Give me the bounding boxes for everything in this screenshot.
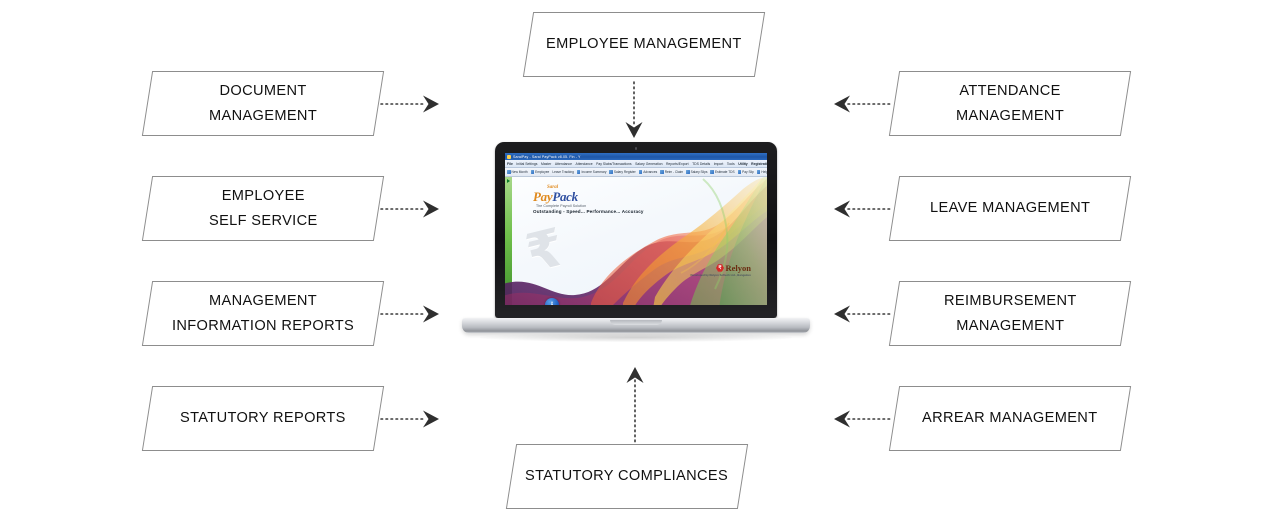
app-menubar[interactable]: File Initial Settings Master Attendance … (505, 160, 767, 168)
connector-statutory-compliances-to-center (623, 366, 647, 447)
laptop-illustration: SaralPay - Saral PayPack v8.05. Fin - Y … (462, 142, 810, 346)
connector-management-information-reports-to-center (380, 303, 441, 325)
box-arrear-management[interactable]: ARREAR MANAGEMENT (888, 386, 1132, 451)
toolbar-button-reim-claim-label: Reim - Claim (664, 170, 684, 174)
menu-item-attendance-2[interactable]: Attendance (575, 162, 592, 166)
toolbar-button-help-label: Help (761, 170, 767, 174)
toolbar-button-employee[interactable]: Employee (530, 170, 550, 174)
connector-arrear-management-to-center (832, 408, 893, 430)
app-titlebar-text: SaralPay - Saral PayPack v8.05. Fin - Y (513, 154, 581, 159)
toolbar-button-income-summary-label: Income Summary (581, 170, 607, 174)
menu-item-tools[interactable]: Tools (727, 162, 735, 166)
reim-claim-icon (660, 170, 664, 174)
menu-item-salary-generation[interactable]: Salary Generation (635, 162, 662, 166)
toolbar-button-salary-slips[interactable]: Salary Slips (686, 170, 707, 174)
relyon-subtitle-text: Developed by Relyon Softech Ltd., Bangal… (690, 273, 751, 277)
toolbar-button-reim-claim[interactable]: Reim - Claim (660, 170, 683, 174)
toolbar-button-help[interactable]: Help (756, 170, 767, 174)
connector-document-management-to-center (380, 93, 441, 115)
laptop-base (462, 318, 810, 333)
menu-item-attendance[interactable]: Attendance (555, 162, 572, 166)
income-summary-icon (576, 170, 581, 174)
menu-item-file[interactable]: File (507, 162, 513, 166)
connector-leave-management-to-center (832, 198, 893, 220)
brand-pay-text: Pay (533, 189, 553, 204)
box-employee-self-service[interactable]: EMPLOYEE SELF SERVICE (141, 176, 385, 241)
connector-employee-management-to-center (622, 81, 646, 140)
toolbar-button-salary-register-label: Salary Register (613, 170, 636, 174)
toolbar-button-new-month-label: New Month (511, 170, 528, 174)
info-icon[interactable]: i (545, 298, 559, 305)
toolbar-button-salary-slips-label: Salary Slips (690, 170, 708, 174)
app-titlebar: SaralPay - Saral PayPack v8.05. Fin - Y (505, 153, 767, 160)
app-splash-canvas: ₹ Saral PayPack The Complete Payroll Sol… (505, 177, 767, 305)
box-employee-self-service-label: EMPLOYEE SELF SERVICE (208, 187, 318, 229)
toolbar-button-pay-slip-label: Pay Slip (742, 170, 754, 174)
box-reimbursement-management[interactable]: REIMBURSEMENT MANAGEMENT (888, 281, 1132, 346)
menu-item-initial-settings[interactable]: Initial Settings (516, 162, 537, 166)
box-management-information-reports-label: MANAGEMENT INFORMATION REPORTS (171, 292, 355, 334)
menu-item-utility[interactable]: Utility (738, 162, 747, 166)
laptop-screen: SaralPay - Saral PayPack v8.05. Fin - Y … (505, 153, 767, 305)
toolbar-button-estimate-tds[interactable]: Estimate TDS (710, 170, 735, 174)
menu-item-import[interactable]: Import (714, 162, 724, 166)
toolbar-button-leave-tracking[interactable]: Leave Tracking (552, 170, 574, 174)
app-icon (507, 154, 511, 159)
box-statutory-compliances-label: STATUTORY COMPLIANCES (525, 468, 729, 485)
connector-statutory-reports-to-center (380, 408, 441, 430)
menu-item-pay-slabs[interactable]: Pay Slabs/Transactions (596, 162, 632, 166)
relyon-name-text: Relyon (725, 262, 752, 273)
connector-attendance-management-to-center (832, 93, 893, 115)
menu-item-registration[interactable]: Registration (751, 162, 767, 166)
menu-item-master[interactable]: Master (541, 162, 551, 166)
menu-item-tds-details[interactable]: TDS Details (692, 162, 710, 166)
relyon-hexagon-icon: ₹ (716, 264, 724, 272)
box-management-information-reports[interactable]: MANAGEMENT INFORMATION REPORTS (141, 281, 385, 346)
advances-icon (638, 170, 643, 174)
employee-icon (530, 170, 535, 174)
relyon-vendor-logo: ₹ Relyon Developed by Relyon Softech Ltd… (691, 264, 751, 277)
laptop-base-notch (610, 320, 662, 325)
box-document-management-label: DOCUMENT MANAGEMENT (208, 82, 318, 124)
salary-slips-icon (686, 170, 690, 174)
help-icon (756, 170, 761, 174)
box-arrear-management-label: ARREAR MANAGEMENT (922, 410, 1098, 427)
box-attendance-management-label: ATTENDANCE MANAGEMENT (955, 82, 1065, 124)
app-brand-logo: Saral PayPack The Complete Payroll Solut… (533, 185, 586, 208)
estimate-tds-icon (710, 170, 714, 174)
brand-tagline-text: The Complete Payroll Solution (536, 204, 587, 209)
brand-pack-text: Pack (552, 189, 578, 204)
toolbar-button-employee-label: Employee (535, 170, 550, 174)
box-statutory-reports[interactable]: STATUTORY REPORTS (141, 386, 385, 451)
toolbar-button-estimate-tds-label: Estimate TDS (714, 170, 735, 174)
toolbar-button-advances-label: Advances (643, 170, 658, 174)
box-statutory-compliances[interactable]: STATUTORY COMPLIANCES (505, 444, 749, 509)
laptop-lid: SaralPay - Saral PayPack v8.05. Fin - Y … (495, 142, 777, 318)
box-leave-management[interactable]: LEAVE MANAGEMENT (888, 176, 1132, 241)
app-toolbar[interactable]: New Month Employee Leave Tracking Income… (505, 168, 767, 177)
toolbar-button-pay-slip[interactable]: Pay Slip (737, 170, 754, 174)
toolbar-button-income-summary[interactable]: Income Summary (576, 170, 607, 174)
toolbar-button-leave-tracking-label: Leave Tracking (552, 170, 574, 174)
connector-reimbursement-management-to-center (832, 303, 893, 325)
salary-register-icon (609, 170, 613, 174)
toolbar-button-salary-register[interactable]: Salary Register (609, 170, 636, 174)
webcam-icon (634, 147, 638, 150)
box-leave-management-label: LEAVE MANAGEMENT (929, 200, 1091, 217)
brand-claim-text: Outstanding - Speed... Performance... Ac… (533, 209, 644, 214)
new-month-icon (507, 170, 511, 174)
box-attendance-management[interactable]: ATTENDANCE MANAGEMENT (888, 71, 1132, 136)
pay-slip-icon (737, 170, 742, 174)
laptop-shadow (480, 333, 792, 342)
box-reimbursement-management-label: REIMBURSEMENT MANAGEMENT (943, 292, 1077, 334)
brand-paypack-text: PayPack (533, 190, 586, 203)
menu-item-reports-export[interactable]: Reports/Export (666, 162, 689, 166)
toolbar-button-advances[interactable]: Advances (638, 170, 658, 174)
connector-employee-self-service-to-center (380, 198, 441, 220)
box-employee-management[interactable]: EMPLOYEE MANAGEMENT (522, 12, 766, 77)
box-document-management[interactable]: DOCUMENT MANAGEMENT (141, 71, 385, 136)
box-employee-management-label: EMPLOYEE MANAGEMENT (546, 36, 742, 53)
toolbar-button-new-month[interactable]: New Month (507, 170, 528, 174)
box-statutory-reports-label: STATUTORY REPORTS (180, 410, 346, 427)
